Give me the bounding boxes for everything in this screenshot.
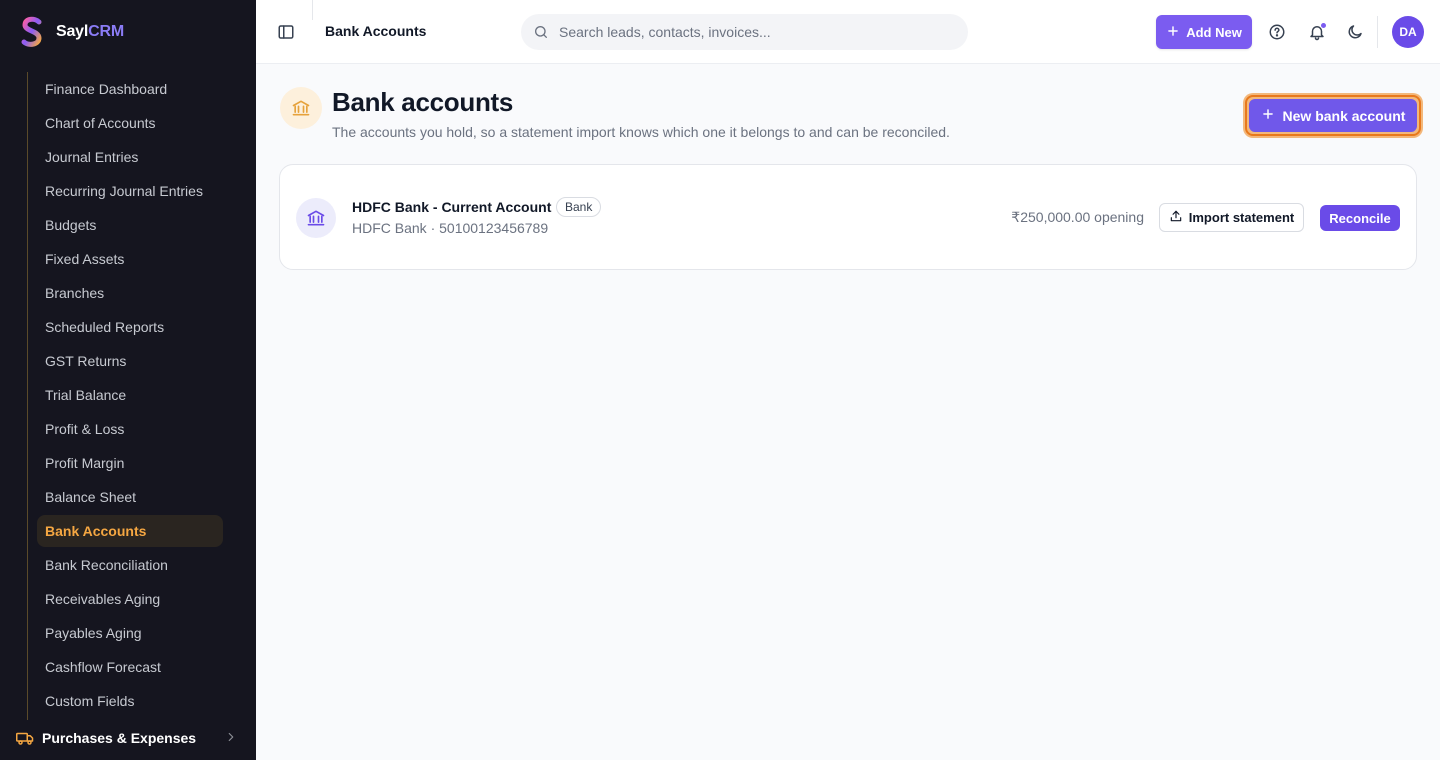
page-subtitle: The accounts you hold, so a statement im… [332, 124, 950, 140]
new-bank-account-label: New bank account [1282, 107, 1406, 124]
topbar-separator [1377, 16, 1378, 48]
search-input[interactable] [559, 24, 939, 40]
top-bar: Bank Accounts Add New DA [256, 0, 1440, 64]
new-bank-account-focus-ring: New bank account [1243, 93, 1423, 138]
sidebar: SaylCRM Finance Dashboard Chart of Accou… [0, 0, 256, 760]
sidebar-section-purchases-expenses[interactable]: Purchases & Expenses [16, 724, 240, 752]
avatar[interactable]: DA [1392, 16, 1424, 48]
sidebar-item-scheduled-reports[interactable]: Scheduled Reports [37, 311, 223, 343]
search-icon [533, 23, 551, 41]
sidebar-item-trial-balance[interactable]: Trial Balance [37, 379, 223, 411]
sidebar-item-branches[interactable]: Branches [37, 277, 223, 309]
sidebar-item-journal-entries[interactable]: Journal Entries [37, 141, 223, 173]
sidebar-nav: Finance Dashboard Chart of Accounts Jour… [37, 73, 223, 719]
sidebar-item-payables-aging[interactable]: Payables Aging [37, 617, 223, 649]
plus-icon [1261, 107, 1275, 124]
add-new-button[interactable]: Add New [1156, 15, 1252, 49]
focus-ring-inner: New bank account [1245, 95, 1421, 136]
sidebar-section-label: Purchases & Expenses [42, 730, 197, 746]
sidebar-item-recurring-journal-entries[interactable]: Recurring Journal Entries [37, 175, 223, 207]
moon-icon[interactable] [1344, 21, 1366, 43]
sayl-logo-icon [18, 15, 46, 49]
sidebar-item-budgets[interactable]: Budgets [37, 209, 223, 241]
chevron-right-icon [224, 730, 238, 747]
notification-dot [1320, 22, 1327, 29]
import-statement-label: Import statement [1188, 210, 1295, 225]
sidebar-item-profit-loss[interactable]: Profit & Loss [37, 413, 223, 445]
opening-balance: ₹250,000.00 opening [1011, 209, 1144, 225]
page-title: Bank accounts [332, 87, 514, 117]
sidebar-item-finance-dashboard[interactable]: Finance Dashboard [37, 73, 223, 105]
sidebar-item-balance-sheet[interactable]: Balance Sheet [37, 481, 223, 513]
sidebar-toggle-icon[interactable] [276, 22, 296, 42]
truck-icon [16, 729, 34, 747]
sidebar-item-receivables-aging[interactable]: Receivables Aging [37, 583, 223, 615]
bank-account-card: HDFC Bank - Current Account Bank HDFC Ba… [279, 164, 1417, 270]
brand[interactable]: SaylCRM [18, 14, 124, 50]
sidebar-item-chart-of-accounts[interactable]: Chart of Accounts [37, 107, 223, 139]
bank-icon [280, 87, 322, 129]
bank-icon [296, 198, 336, 238]
sidebar-item-fixed-assets[interactable]: Fixed Assets [37, 243, 223, 275]
reconcile-button[interactable]: Reconcile [1320, 205, 1400, 231]
upload-icon [1169, 209, 1183, 226]
add-new-label: Add New [1186, 24, 1242, 40]
sidebar-item-custom-fields[interactable]: Custom Fields [37, 685, 223, 717]
sidebar-item-bank-accounts[interactable]: Bank Accounts [37, 515, 223, 547]
topbar-title: Bank Accounts [325, 23, 427, 39]
search-bar[interactable] [521, 14, 968, 50]
sidebar-item-gst-returns[interactable]: GST Returns [37, 345, 223, 377]
brand-name: SaylCRM [56, 23, 124, 40]
sidebar-item-cashflow-forecast[interactable]: Cashflow Forecast [37, 651, 223, 683]
plus-icon [1166, 24, 1180, 41]
account-name: HDFC Bank - Current Account [352, 199, 552, 215]
sidebar-item-bank-reconciliation[interactable]: Bank Reconciliation [37, 549, 223, 581]
account-detail: HDFC Bank · 50100123456789 [352, 220, 549, 236]
sidebar-item-profit-margin[interactable]: Profit Margin [37, 447, 223, 479]
topbar-divider [312, 0, 313, 20]
bell-icon[interactable] [1306, 21, 1328, 43]
new-bank-account-button[interactable]: New bank account [1249, 99, 1417, 132]
import-statement-button[interactable]: Import statement [1159, 203, 1304, 232]
account-type-badge: Bank [556, 197, 602, 217]
help-icon[interactable] [1266, 21, 1288, 43]
nav-tree-line [27, 72, 28, 720]
